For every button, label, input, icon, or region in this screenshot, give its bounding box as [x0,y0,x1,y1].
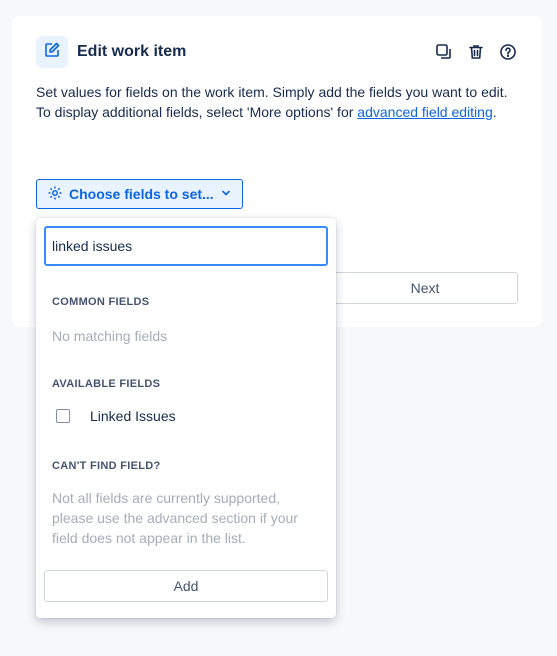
advanced-field-editing-link[interactable]: advanced field editing [357,104,492,120]
choose-fields-label: Choose fields to set... [69,186,214,202]
help-icon[interactable] [498,42,518,62]
duplicate-icon[interactable] [434,42,454,62]
available-fields-label: AVAILABLE FIELDS [52,378,161,390]
description: Set values for fields on the work item. … [36,82,516,122]
next-button[interactable]: Next [332,272,518,304]
edit-badge [36,36,68,68]
choose-fields-button[interactable]: Choose fields to set... [36,179,243,209]
no-matching-fields: No matching fields [52,328,168,344]
cant-find-field-text: Not all fields are currently supported, … [52,490,298,546]
linked-issues-label: Linked Issues [90,408,176,424]
card-header: Edit work item [36,36,518,68]
trash-icon[interactable] [466,42,486,62]
field-search-input[interactable] [44,226,328,266]
gear-icon [47,185,63,204]
description-line-2-prefix: To display additional fields, select 'Mo… [36,104,358,120]
list-item[interactable]: Linked Issues [56,408,176,424]
edit-icon [43,41,61,64]
add-button[interactable]: Add [44,570,328,602]
cant-find-field-label: CAN'T FIND FIELD? [52,460,161,472]
description-line-1: Set values for fields on the work item. … [36,84,508,100]
header-actions [434,42,518,62]
common-fields-label: COMMON FIELDS [52,296,150,308]
chevron-down-icon [220,186,232,202]
description-line-2-suffix: . [492,104,497,120]
page-title: Edit work item [77,43,187,60]
fields-dropdown: COMMON FIELDS No matching fields AVAILAB… [36,218,336,618]
description-line-2: To display additional fields, select 'Mo… [36,102,516,122]
linked-issues-checkbox[interactable] [56,409,70,423]
